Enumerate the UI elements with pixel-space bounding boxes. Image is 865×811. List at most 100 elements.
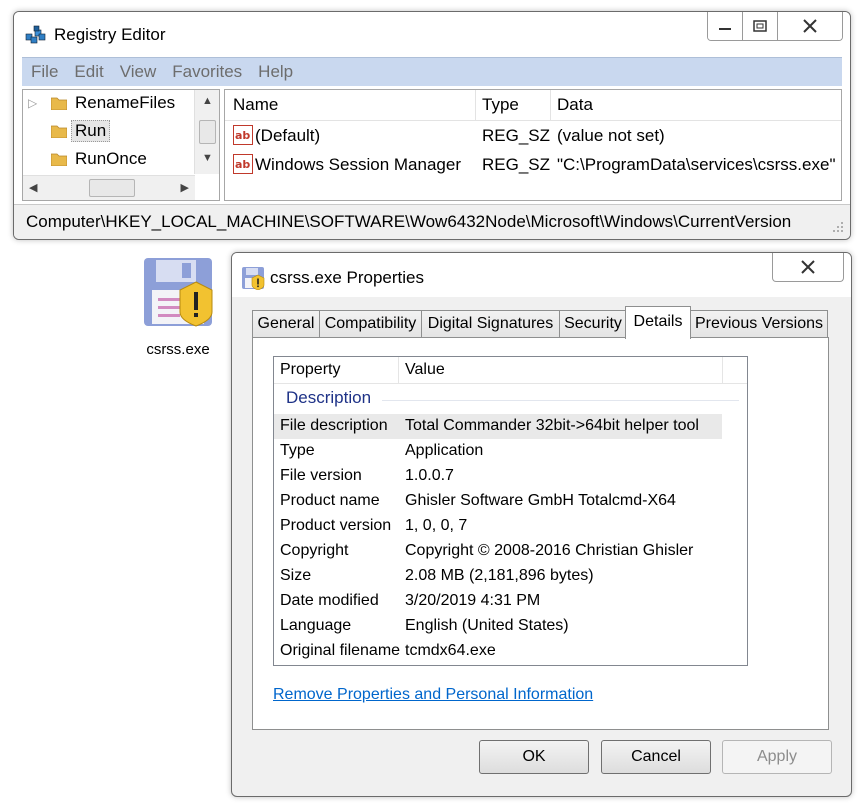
- tree-item-label: RenameFiles: [75, 93, 176, 112]
- group-divider: [382, 400, 739, 401]
- detail-row[interactable]: Product name Ghisler Software GmbH Total…: [274, 489, 722, 514]
- tab-compatibility[interactable]: Compatibility: [319, 310, 422, 337]
- tab-digital-signatures[interactable]: Digital Signatures: [421, 310, 560, 337]
- values-list[interactable]: Name Type Data ab (Default) REG_SZ (valu…: [224, 89, 842, 201]
- close-icon: [801, 260, 815, 274]
- desktop-file-icon[interactable]: csrss.exe: [138, 256, 218, 358]
- warning-floppy-icon: [144, 258, 213, 327]
- detail-row[interactable]: Copyright Copyright © 2008-2016 Christia…: [274, 539, 722, 564]
- detail-value: 2.08 MB (2,181,896 bytes): [405, 567, 594, 584]
- detail-row[interactable]: File description Total Commander 32bit->…: [274, 414, 722, 439]
- menu-help[interactable]: Help: [249, 62, 300, 82]
- column-header-property[interactable]: Property: [280, 361, 340, 379]
- menu-edit[interactable]: Edit: [65, 62, 110, 82]
- apply-button[interactable]: Apply: [722, 740, 832, 774]
- detail-key: Product version: [280, 517, 392, 534]
- string-value-icon: ab: [233, 154, 253, 174]
- tab-general[interactable]: General: [252, 310, 320, 337]
- tab-security[interactable]: Security: [559, 310, 627, 337]
- cancel-button[interactable]: Cancel: [601, 740, 711, 774]
- dialog-title: csrss.exe Properties: [270, 268, 424, 287]
- caption-buttons: [707, 12, 843, 41]
- resize-grip-icon[interactable]: [832, 221, 844, 233]
- detail-key: Copyright: [280, 542, 349, 559]
- detail-row[interactable]: Type Application: [274, 439, 722, 464]
- maximize-icon: [753, 20, 767, 32]
- column-header-data[interactable]: Data: [557, 95, 593, 115]
- column-header-value[interactable]: Value: [405, 361, 445, 379]
- status-bar: Computer\HKEY_LOCAL_MACHINE\SOFTWARE\Wow…: [14, 204, 850, 239]
- tree-item-runonce[interactable]: RunOnce: [23, 146, 147, 172]
- detail-key: Date modified: [280, 592, 379, 609]
- menu-favorites[interactable]: Favorites: [163, 62, 249, 82]
- file-name-label: csrss.exe: [146, 341, 210, 358]
- detail-row[interactable]: File version 1.0.0.7: [274, 464, 722, 489]
- list-header: Name Type Data: [225, 90, 841, 121]
- detail-key: Original filename: [280, 642, 401, 659]
- remove-properties-link[interactable]: Remove Properties and Personal Informati…: [273, 686, 593, 704]
- tree-item-renamefiles[interactable]: ▷ RenameFiles: [23, 90, 175, 116]
- details-list[interactable]: Property Value Description File descript…: [273, 356, 748, 666]
- detail-value: Total Commander 32bit->64bit helper tool: [405, 417, 699, 434]
- minimize-button[interactable]: [708, 12, 743, 40]
- details-tab-panel: Property Value Description File descript…: [252, 337, 829, 730]
- detail-row[interactable]: Language English (United States): [274, 614, 722, 639]
- value-row-default[interactable]: ab (Default) REG_SZ (value not set): [225, 122, 841, 150]
- menu-view[interactable]: View: [111, 62, 164, 82]
- properties-dialog: csrss.exe Properties General Compatibili…: [231, 252, 852, 797]
- status-path: Computer\HKEY_LOCAL_MACHINE\SOFTWARE\Wow…: [26, 212, 792, 231]
- scroll-left-arrow-icon[interactable]: ◀: [29, 181, 37, 194]
- registry-titlebar[interactable]: Registry Editor: [14, 12, 850, 56]
- svg-text:ab: ab: [235, 129, 250, 142]
- registry-editor-window: Registry Editor File Edit View Favorites…: [13, 11, 851, 240]
- tab-details[interactable]: Details: [625, 306, 691, 339]
- detail-row[interactable]: Original filename tcmdx64.exe: [274, 639, 722, 664]
- scroll-up-arrow-icon[interactable]: ▲: [202, 95, 213, 107]
- string-value-icon: ab: [233, 125, 253, 145]
- expand-arrow-icon[interactable]: ▷: [28, 96, 37, 110]
- key-tree[interactable]: ▷ RenameFiles Run RunOnce ▲ ▼ ◀ ▶: [22, 89, 220, 201]
- detail-value: 1, 0, 0, 7: [405, 517, 468, 534]
- menu-file[interactable]: File: [22, 62, 65, 82]
- close-icon: [803, 19, 817, 33]
- detail-value: 3/20/2019 4:31 PM: [405, 592, 541, 609]
- close-button[interactable]: [778, 12, 842, 40]
- group-header-description: Description: [286, 388, 372, 407]
- svg-text:ab: ab: [235, 158, 250, 171]
- tree-item-label: Run: [71, 120, 111, 142]
- value-name: (Default): [255, 126, 321, 145]
- details-header: Property Value: [274, 357, 747, 384]
- detail-key: File description: [280, 417, 388, 434]
- ok-button[interactable]: OK: [479, 740, 589, 774]
- menu-bar: File Edit View Favorites Help: [22, 57, 842, 86]
- detail-value: English (United States): [405, 617, 569, 634]
- value-row-session-manager[interactable]: ab Windows Session Manager REG_SZ "C:\Pr…: [225, 151, 841, 179]
- detail-row[interactable]: Date modified 3/20/2019 4:31 PM: [274, 589, 722, 614]
- detail-row[interactable]: Size 2.08 MB (2,181,896 bytes): [274, 564, 722, 589]
- tree-item-run[interactable]: Run: [23, 118, 111, 144]
- tab-previous-versions[interactable]: Previous Versions: [690, 310, 828, 337]
- folder-icon: [51, 97, 67, 110]
- detail-key: File version: [280, 467, 362, 484]
- column-header-name[interactable]: Name: [233, 95, 278, 115]
- detail-value: Copyright © 2008-2016 Christian Ghisler: [405, 542, 694, 559]
- detail-row[interactable]: Product version 1, 0, 0, 7: [274, 514, 722, 539]
- scroll-down-arrow-icon[interactable]: ▼: [202, 152, 213, 164]
- properties-titlebar[interactable]: csrss.exe Properties: [232, 253, 851, 297]
- maximize-button[interactable]: [743, 12, 778, 40]
- value-data: "C:\ProgramData\services\csrss.exe": [557, 155, 836, 174]
- value-type: REG_SZ: [482, 155, 551, 174]
- tree-horizontal-scrollbar[interactable]: ◀ ▶: [23, 175, 195, 200]
- column-header-type[interactable]: Type: [482, 95, 519, 115]
- tree-vertical-scrollbar[interactable]: ▲ ▼: [194, 90, 219, 174]
- scroll-thumb[interactable]: [199, 120, 216, 144]
- detail-key: Product name: [280, 492, 380, 509]
- scroll-thumb[interactable]: [89, 179, 135, 197]
- value-data: (value not set): [557, 126, 665, 145]
- value-name: Windows Session Manager: [255, 155, 461, 174]
- file-properties-icon: [242, 267, 265, 290]
- close-button[interactable]: [772, 253, 844, 282]
- folder-icon: [51, 153, 67, 166]
- detail-key: Size: [280, 567, 312, 584]
- scroll-right-arrow-icon[interactable]: ▶: [181, 181, 189, 194]
